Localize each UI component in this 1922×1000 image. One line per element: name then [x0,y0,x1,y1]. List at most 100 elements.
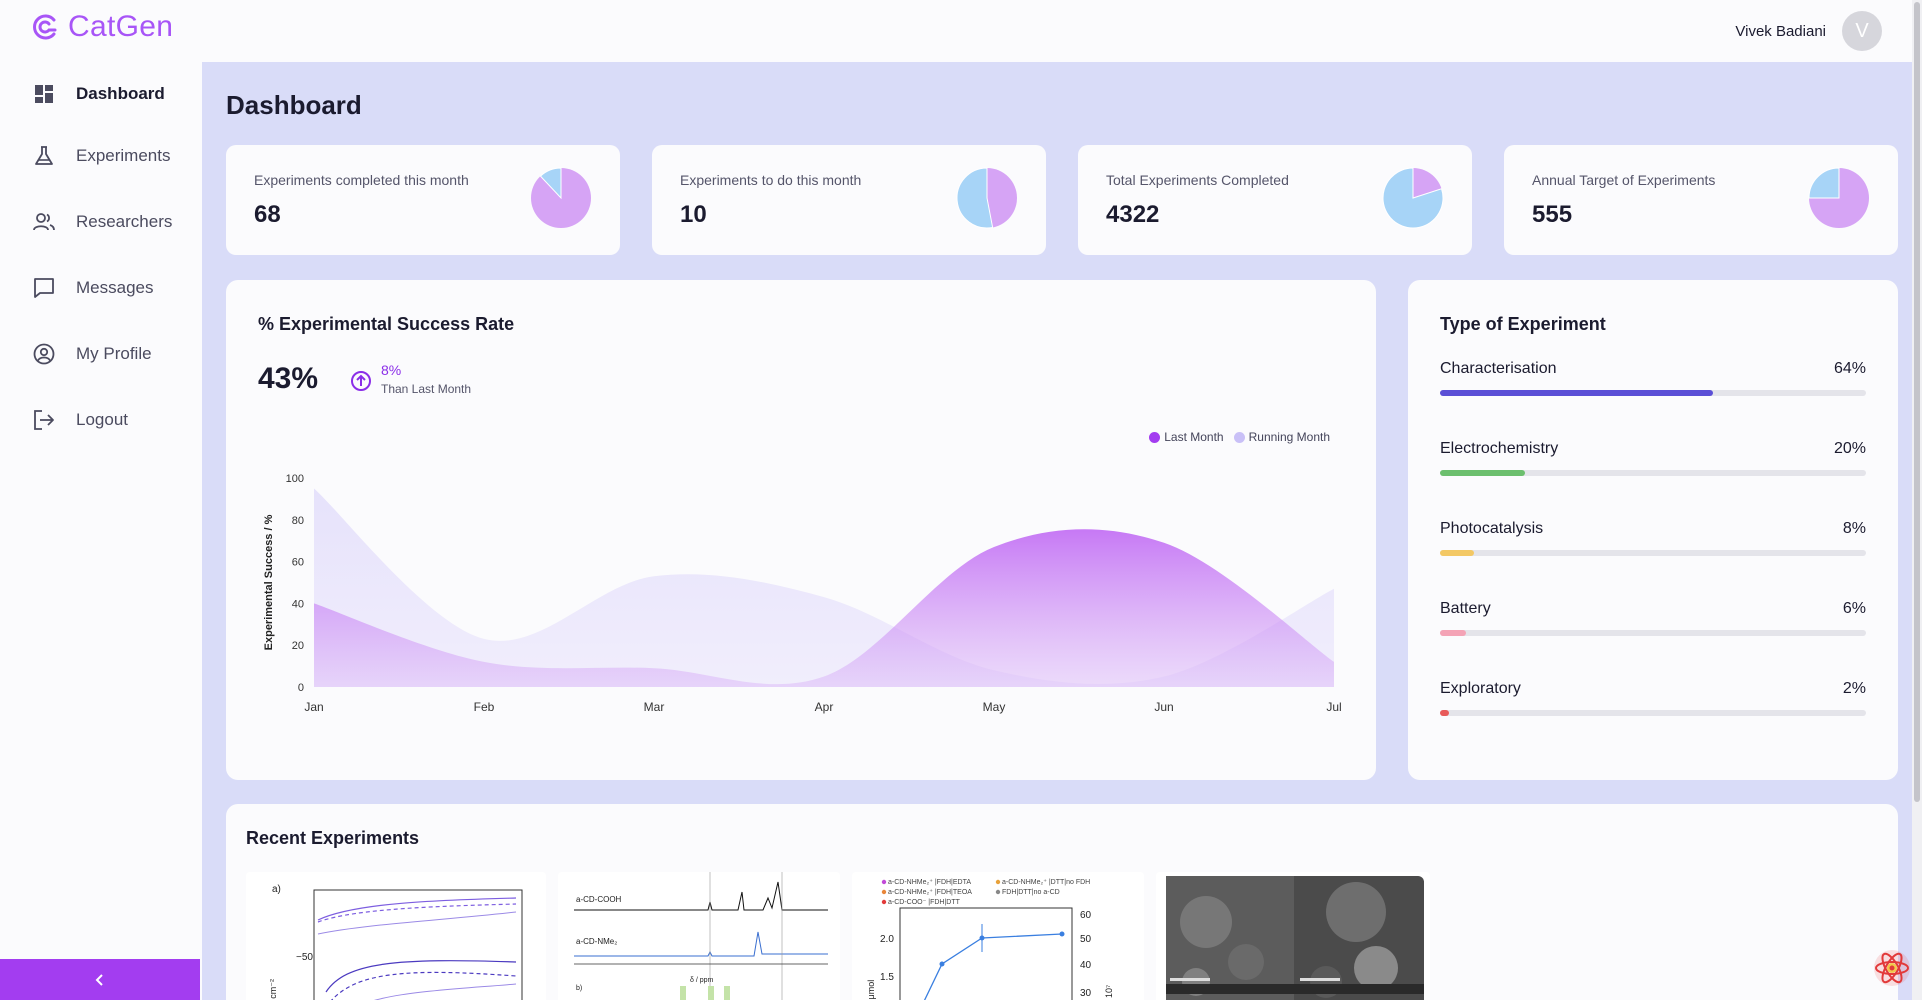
chart-legend: Last Month Running Month [1149,430,1330,444]
experiment-type-panel: Type of Experiment Characterisation 64% El… [1408,280,1898,780]
message-icon [32,276,56,300]
stat-value: 10 [680,201,707,228]
sidebar-item-messages[interactable]: Messages [32,276,153,300]
stat-card-total-completed: Total Experiments Completed 4322 [1078,145,1472,255]
experiment-type-name: Battery [1440,600,1491,617]
x-tick-label: Jun [1154,700,1173,714]
experiment-thumbnail[interactable] [1156,872,1430,1000]
x-tick-label: Apr [815,700,834,714]
sidebar-collapse-button[interactable] [0,959,200,1000]
stat-pie-chart [956,167,1017,229]
sidebar-item-label: Dashboard [76,84,165,103]
progress-track [1440,390,1866,396]
progress-fill [1440,550,1475,556]
stat-card-todo-month: Experiments to do this month 10 [652,145,1046,255]
logout-icon [32,408,56,432]
flask-icon [32,144,56,168]
svg-text:a-CD-NHMe₂⁺ |FDH|TEOA: a-CD-NHMe₂⁺ |FDH|TEOA [888,889,972,896]
app-name: CatGen [68,10,174,43]
progress-track [1440,470,1866,476]
stat-card-annual-target: Annual Target of Experiments 555 [1504,145,1898,255]
svg-text:30: 30 [1080,988,1092,999]
stat-label: Experiments completed this month [254,172,469,188]
stat-pie-chart [1808,167,1869,228]
svg-text:−50: −50 [296,952,313,963]
sidebar-item-my-profile[interactable]: My Profile [32,342,152,366]
dashboard-icon [32,82,56,106]
progress-fill [1440,710,1449,716]
experiment-type-name: Exploratory [1440,680,1521,697]
experiment-thumbnail[interactable]: a-CD-COOH a-CD-NMe₂ δ / ppm b) [558,872,840,1000]
success-area-chart: 0 20 40 60 80 100 Jan Feb Mar Apr May Jun Jul Experim… [263,473,1342,714]
svg-text:a-CD-COO⁻ |FDH|DTT: a-CD-COO⁻ |FDH|DTT [888,899,961,906]
svg-text:δ / ppm: δ / ppm [690,977,714,984]
experiment-type-percent: 6% [1842,600,1866,617]
svg-text:e / μmol: e / μmol [866,980,876,1000]
scrollbar-thumb[interactable] [1914,2,1920,802]
user-menu[interactable]: Vivek Badiani V [1735,11,1882,51]
sem-micrograph-image [1166,876,1424,1000]
svg-text:b): b) [576,985,582,992]
x-tick-label: Jul [1326,700,1341,714]
sidebar-item-dashboard[interactable]: Dashboard [32,82,165,106]
x-tick-label: Jan [304,700,323,714]
y-axis-label: Experimental Success / % [263,514,275,650]
svg-text:2.0: 2.0 [880,934,894,945]
success-rate-delta-label: Than Last Month [381,382,472,396]
arrow-up-circle-icon [351,371,371,391]
stat-card-completed-month: Experiments completed this month 68 [226,145,620,255]
success-rate-title: % Experimental Success Rate [258,314,515,334]
success-rate-value: 43% [258,362,319,395]
sidebar-item-label: Experiments [76,146,171,165]
experiment-type-percent: 8% [1842,520,1866,537]
progress-track [1440,550,1866,556]
stat-label: Experiments to do this month [680,172,862,188]
progress-fill [1440,390,1713,396]
app-logo[interactable]: CatGen [30,10,173,44]
sidebar-item-experiments[interactable]: Experiments [32,144,170,168]
sidebar-item-researchers[interactable]: Researchers [32,210,172,234]
user-name: Vivek Badiani [1735,22,1826,40]
experiment-type-percent: 2% [1842,680,1866,697]
legend-label: Last Month [1164,430,1224,444]
sidebar-item-logout[interactable]: Logout [32,408,128,432]
kinetics-plot-image: a-CD-NHMe₂⁺ |FDH|EDTA a-CD-NHMe₂⁺ |DTT|n… [866,879,1114,1000]
svg-text:1.5: 1.5 [880,972,894,983]
experiment-thumbnail[interactable]: a-CD-NHMe₂⁺ |FDH|EDTA a-CD-NHMe₂⁺ |DTT|n… [852,872,1144,1000]
legend-item-last-month[interactable]: Last Month [1149,430,1224,444]
experiment-type-name: Photocatalysis [1440,520,1544,537]
experiment-type-title: Type of Experiment [1440,314,1606,334]
recent-experiments-panel: Recent Experiments a) −50 μA cm⁻² a-CD-C… [226,804,1898,1000]
experiment-type-percent: 64% [1833,360,1866,377]
svg-text:H / 10⁷: H / 10⁷ [1104,985,1114,1000]
experiment-thumbnail[interactable]: a) −50 μA cm⁻² [246,872,546,1000]
avatar[interactable]: V [1842,11,1882,51]
progress-track [1440,630,1866,636]
page-scrollbar[interactable] [1912,0,1922,1000]
sidebar-item-label: Logout [76,410,128,429]
stat-label: Total Experiments Completed [1106,172,1289,188]
svg-text:μA cm⁻²: μA cm⁻² [268,979,278,1000]
legend-item-running-month[interactable]: Running Month [1233,430,1330,444]
success-rate-delta: 8% [381,362,402,378]
main-content: Dashboard Experiments completed this mon… [202,62,1912,1000]
svg-text:50: 50 [1080,934,1092,945]
legend-dot [1233,431,1245,443]
cv-plot-image: a) −50 μA cm⁻² [268,884,523,1000]
sidebar-item-label: Researchers [76,212,173,231]
legend-label: Running Month [1248,430,1330,444]
stat-pie-chart [531,167,591,228]
experiment-type-percent: 20% [1833,440,1866,457]
user-circle-icon [32,342,56,366]
stat-value: 68 [254,201,281,228]
svg-text:a-CD-NHMe₂⁺ |DTT|no FDH: a-CD-NHMe₂⁺ |DTT|no FDH [1002,879,1090,886]
svg-text:a-CD-NHMe₂⁺ |FDH|EDTA: a-CD-NHMe₂⁺ |FDH|EDTA [888,879,971,886]
stat-pie-chart [1382,167,1444,229]
react-icon[interactable] [1872,948,1912,988]
catgen-logo-icon [33,14,57,40]
experiment-type-name: Characterisation [1440,360,1557,377]
progress-fill [1440,470,1526,476]
success-rate-panel: % Experimental Success Rate 43% 8% Than … [226,280,1376,780]
y-tick-label: 0 [298,682,304,694]
nmr-spectrum-image: a-CD-COOH a-CD-NMe₂ δ / ppm b) [574,872,828,1000]
